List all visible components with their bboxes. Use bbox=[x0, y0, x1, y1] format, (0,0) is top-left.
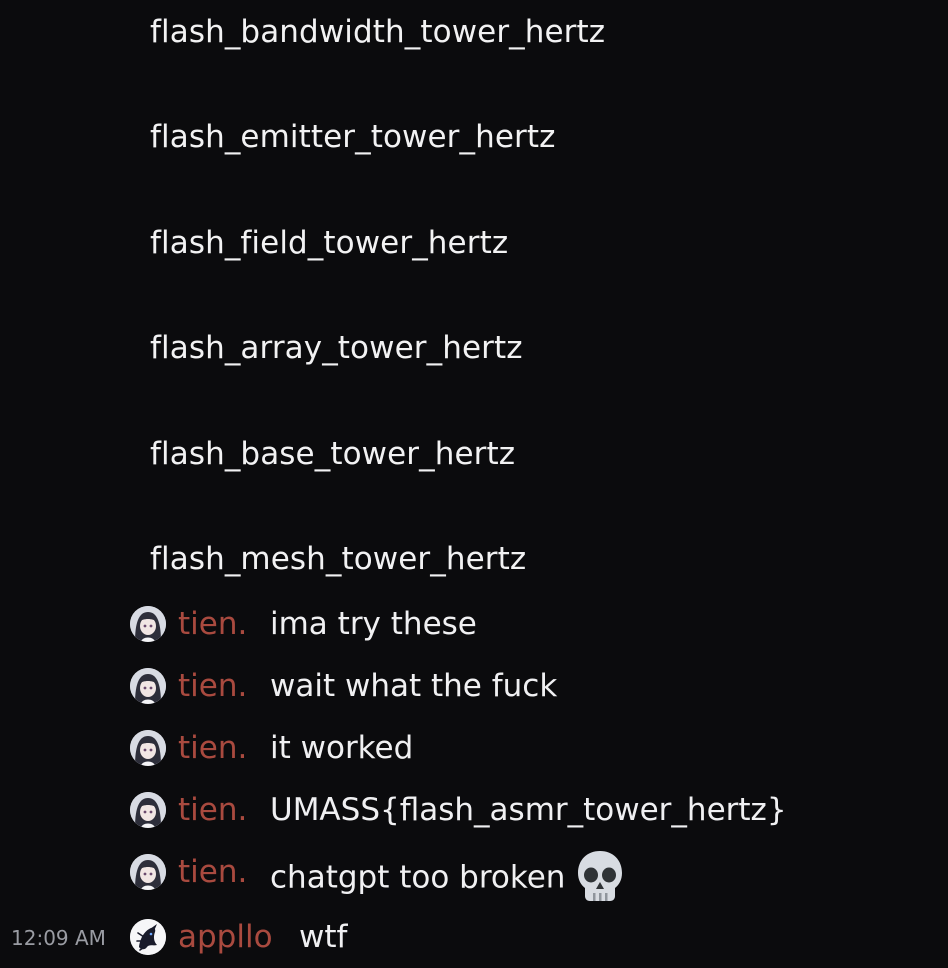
message-timestamp[interactable]: 12:09 AM bbox=[11, 923, 106, 953]
message-text: wait what the fuck bbox=[270, 668, 558, 704]
chat-message[interactable]: tien. chatgpt too broken bbox=[0, 847, 948, 901]
author-name[interactable]: appllo bbox=[178, 917, 273, 957]
message-text: it worked bbox=[270, 730, 414, 766]
skull-icon bbox=[575, 849, 625, 903]
author-name[interactable]: tien. bbox=[178, 852, 247, 892]
avatar[interactable] bbox=[130, 730, 166, 766]
message-line-5: flash_base_tower_hertz bbox=[150, 436, 516, 472]
message-text: wtf bbox=[299, 919, 348, 955]
message-line-1: flash_bandwidth_tower_hertz bbox=[150, 14, 606, 50]
message-line-3: flash_field_tower_hertz bbox=[150, 225, 509, 261]
avatar[interactable] bbox=[130, 792, 166, 828]
message-line-4: flash_array_tower_hertz bbox=[150, 330, 523, 366]
avatar[interactable] bbox=[130, 606, 166, 642]
message-text-content: chatgpt too broken bbox=[270, 859, 566, 896]
author-name[interactable]: tien. bbox=[178, 790, 247, 830]
chat-message[interactable]: 12:09 AM appllo wtf bbox=[0, 912, 948, 962]
chat-message[interactable]: tien. ima try these bbox=[0, 599, 948, 649]
message-line-2: flash_emitter_tower_hertz bbox=[150, 119, 556, 155]
message-line-6: flash_mesh_tower_hertz bbox=[150, 541, 527, 577]
author-name[interactable]: tien. bbox=[178, 604, 247, 644]
avatar[interactable] bbox=[130, 854, 166, 890]
message-text: ima try these bbox=[270, 606, 477, 642]
chat-message-list: flash_bandwidth_tower_hertz flash_emitte… bbox=[0, 0, 948, 968]
chat-message[interactable]: tien. wait what the fuck bbox=[0, 661, 948, 711]
author-name[interactable]: tien. bbox=[178, 666, 247, 706]
avatar[interactable] bbox=[130, 668, 166, 704]
message-text: chatgpt too broken bbox=[270, 849, 625, 906]
avatar[interactable] bbox=[130, 919, 166, 955]
chat-message[interactable]: tien. UMASS{flash_asmr_tower_hertz} bbox=[0, 785, 948, 835]
message-text: UMASS{flash_asmr_tower_hertz} bbox=[270, 792, 787, 828]
chat-message[interactable]: tien. it worked bbox=[0, 723, 948, 773]
author-name[interactable]: tien. bbox=[178, 728, 247, 768]
